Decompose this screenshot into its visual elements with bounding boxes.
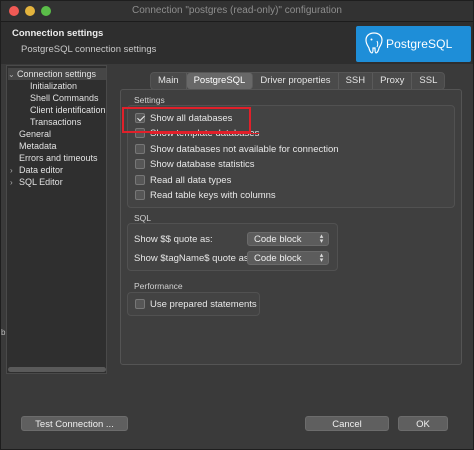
tree-item-data-editor[interactable]: › Data editor: [10, 164, 63, 176]
select-value: Code block: [254, 253, 302, 264]
select-value: Code block: [254, 234, 302, 245]
checkbox-icon[interactable]: [135, 175, 145, 185]
checkbox-label: Show database statistics: [150, 159, 255, 170]
chevron-down-icon[interactable]: ⌄: [8, 69, 17, 81]
tagname-quote-select[interactable]: Code block ▴ ▾: [247, 251, 329, 265]
checkbox-icon[interactable]: [135, 144, 145, 154]
header-band: Connection settings PostgreSQL connectio…: [1, 22, 473, 64]
checkbox-label: Read all data types: [150, 175, 232, 186]
checkbox-label: Read table keys with columns: [150, 190, 276, 201]
postgresql-logo: PostgreSQL: [356, 26, 471, 62]
use-prepared-statements-checkbox[interactable]: Use prepared statements: [135, 298, 257, 311]
show-unavailable-databases-checkbox[interactable]: Show databases not available for connect…: [135, 143, 339, 156]
tab-driver-properties[interactable]: Driver properties: [253, 73, 339, 89]
header-subtitle: PostgreSQL connection settings: [21, 44, 157, 55]
elephant-icon: [365, 32, 383, 54]
tab-ssh[interactable]: SSH: [339, 73, 374, 89]
tree-item-transactions[interactable]: Transactions: [30, 116, 81, 128]
checkbox-label: Show databases not available for connect…: [150, 144, 339, 155]
checkbox-label: Use prepared statements: [150, 299, 257, 310]
updown-chevron-icon: ▴ ▾: [319, 252, 324, 264]
ok-button[interactable]: OK: [398, 416, 448, 431]
tab-postgresql[interactable]: PostgreSQL: [186, 73, 254, 89]
checkbox-icon[interactable]: [135, 159, 145, 169]
tab-bar: Main PostgreSQL Driver properties SSH Pr…: [150, 72, 446, 90]
tree-item-shell-commands[interactable]: Shell Commands: [30, 92, 99, 104]
checkbox-icon[interactable]: [135, 190, 145, 200]
title-bar: Connection "postgres (read-only)" config…: [1, 1, 473, 22]
read-table-keys-checkbox[interactable]: Read table keys with columns: [135, 189, 276, 202]
connection-config-window: Connection "postgres (read-only)" config…: [0, 0, 474, 450]
read-all-data-types-checkbox[interactable]: Read all data types: [135, 174, 231, 187]
updown-chevron-icon: ▴ ▾: [319, 233, 324, 245]
header-title: Connection settings: [12, 28, 104, 39]
tree-item-sql-editor[interactable]: › SQL Editor: [10, 176, 63, 188]
tree-item-label: Connection settings: [17, 69, 97, 79]
tree-item-label: SQL Editor: [19, 177, 63, 187]
settings-group-label: Settings: [134, 95, 165, 105]
tab-main[interactable]: Main: [151, 73, 187, 89]
dollar-quote-select[interactable]: Code block ▴ ▾: [247, 232, 329, 246]
annotation-highlight-box: [122, 107, 251, 133]
side-glyph: b: [1, 328, 6, 337]
tree-item-initialization[interactable]: Initialization: [30, 80, 77, 92]
tab-proxy[interactable]: Proxy: [373, 73, 413, 89]
sql-group-label: SQL: [134, 213, 152, 223]
tree-item-metadata[interactable]: Metadata: [19, 140, 57, 152]
settings-tree: ⌄ Connection settings Initialization Shel…: [6, 65, 107, 374]
chevron-right-icon[interactable]: ›: [10, 177, 19, 189]
show-database-statistics-checkbox[interactable]: Show database statistics: [135, 158, 255, 171]
cancel-button[interactable]: Cancel: [305, 416, 389, 431]
dollar-quote-label: Show $$ quote as:: [134, 234, 213, 245]
tree-item-client-identification[interactable]: Client identification: [30, 104, 106, 116]
tagname-quote-label: Show $tagName$ quote as:: [134, 253, 252, 264]
tree-scrollbar[interactable]: [8, 367, 106, 372]
window-title: Connection "postgres (read-only)" config…: [132, 5, 342, 16]
tree-item-label: Data editor: [19, 165, 64, 175]
tree-item-connection-settings[interactable]: ⌄ Connection settings: [8, 68, 106, 80]
tree-item-general[interactable]: General: [19, 128, 51, 140]
test-connection-button[interactable]: Test Connection ...: [21, 416, 128, 431]
tab-ssl[interactable]: SSL: [412, 73, 444, 89]
checkbox-icon[interactable]: [135, 299, 145, 309]
logo-text: PostgreSQL: [386, 37, 453, 51]
performance-group-label: Performance: [134, 281, 183, 291]
tree-item-errors-and-timeouts[interactable]: Errors and timeouts: [19, 152, 98, 164]
